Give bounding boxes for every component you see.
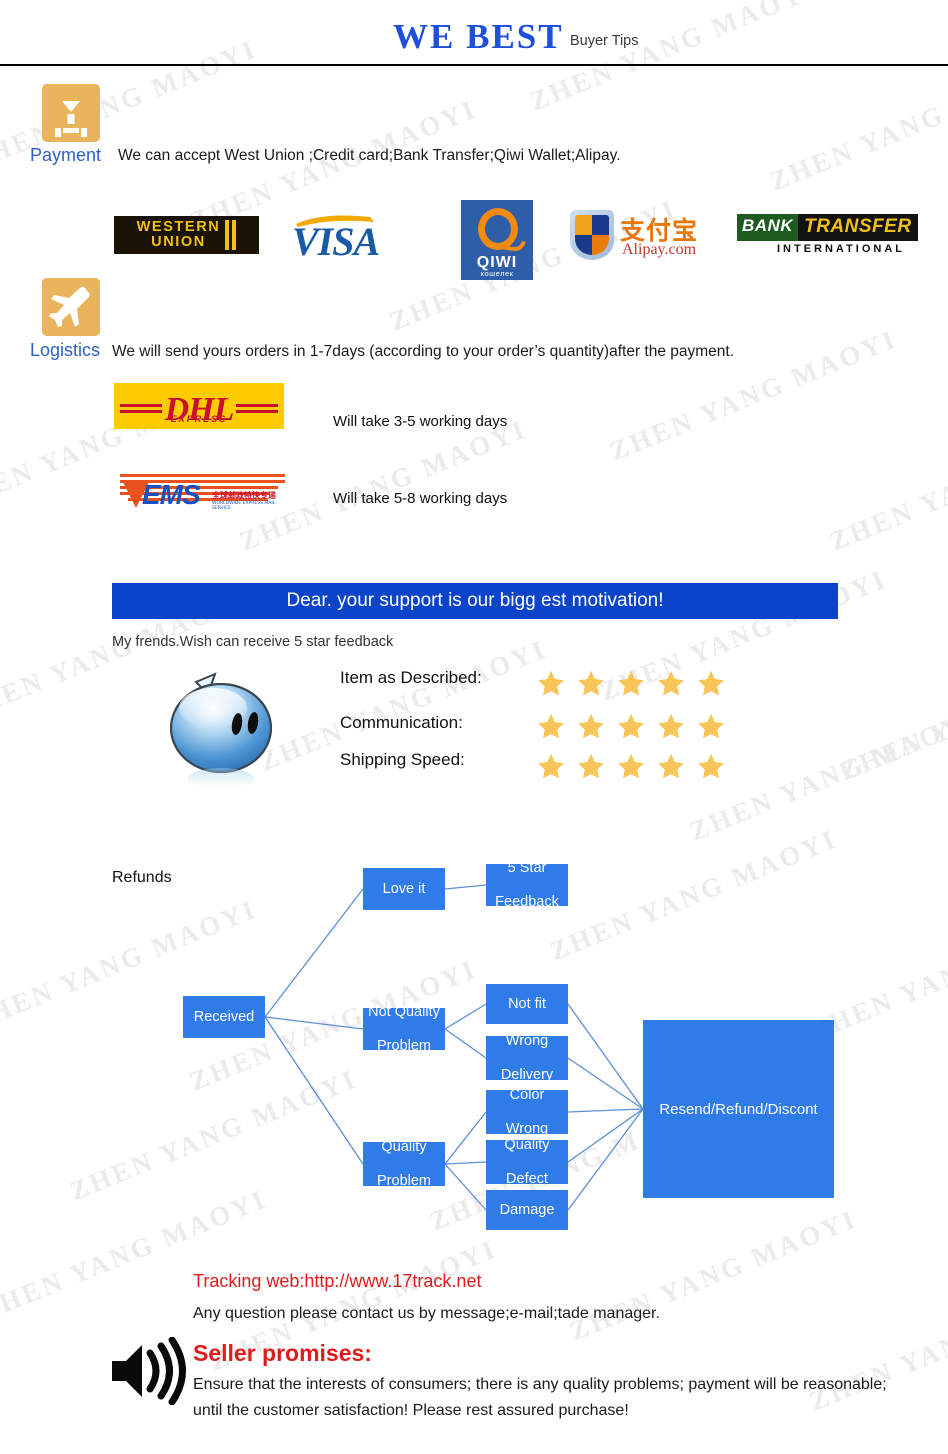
flow-node-notqual: Not Quality Problem bbox=[363, 1004, 445, 1054]
flow-connector bbox=[567, 1003, 644, 1110]
refunds-title: Refunds bbox=[112, 869, 172, 886]
flow-connector bbox=[264, 888, 364, 1018]
flow-node-label: Quality bbox=[504, 1136, 550, 1153]
flow-connector bbox=[444, 1111, 487, 1165]
flow-node-label: Problem bbox=[377, 1172, 431, 1189]
seller-promise-body: Ensure that the interests of consumers; … bbox=[193, 1376, 887, 1419]
flow-node-label: Defect bbox=[506, 1170, 548, 1187]
flow-node-wrongdel: Wrong Delivery bbox=[486, 1032, 568, 1083]
contact-note: Any question please contact us by messag… bbox=[193, 1305, 660, 1322]
flow-connector bbox=[567, 1108, 644, 1163]
flow-node-loveit: Love it bbox=[363, 868, 445, 910]
flow-connector bbox=[444, 1028, 487, 1059]
speaker-icon bbox=[108, 1336, 190, 1406]
flow-node-colorwr: Color Wrong bbox=[486, 1086, 568, 1137]
flow-node-label: 5 Star bbox=[507, 859, 547, 876]
flow-connector bbox=[567, 1057, 644, 1110]
flow-node-notfit: Not fit bbox=[486, 984, 568, 1024]
buyer-tips-page: ZHEN YANG MAOYI ZHEN YANG MAOYI ZHEN YANG … bbox=[0, 0, 948, 1454]
flow-node-label: Color bbox=[509, 1086, 545, 1103]
flowchart-connectors bbox=[264, 884, 644, 1211]
flow-node-label: Feedback bbox=[495, 893, 559, 910]
flow-node-resend: Resend/Refund/Discont bbox=[643, 1020, 834, 1198]
flow-node-label: Wrong bbox=[505, 1120, 549, 1137]
flow-node-label: Not Quality bbox=[368, 1003, 440, 1020]
flow-connector bbox=[444, 1161, 487, 1165]
flow-node-label: Delivery bbox=[500, 1066, 554, 1083]
flow-node-label: Love it bbox=[382, 880, 426, 897]
flow-node-damage: Damage bbox=[486, 1190, 568, 1230]
flow-connector bbox=[444, 1003, 487, 1030]
flow-node-label: Wrong bbox=[505, 1032, 549, 1049]
flow-connector bbox=[264, 1016, 364, 1030]
flow-node-label: Damage bbox=[499, 1201, 555, 1218]
flow-node-label: Resend/Refund/Discont bbox=[659, 1100, 818, 1118]
flow-node-fivestar: 5 Star Feedback bbox=[486, 860, 568, 910]
flow-node-quality: Quality Problem bbox=[363, 1138, 445, 1189]
flow-connector bbox=[567, 1108, 644, 1211]
flow-node-label: Problem bbox=[377, 1037, 431, 1054]
flow-node-qualdef: Quality Defect bbox=[486, 1136, 568, 1187]
tracking-link[interactable]: Tracking web:http://www.17track.net bbox=[193, 1271, 481, 1292]
flow-node-label: Quality bbox=[381, 1138, 427, 1155]
flow-node-label: Received bbox=[193, 1008, 255, 1025]
flow-node-label: Not fit bbox=[508, 995, 546, 1012]
flow-connector bbox=[444, 1163, 487, 1211]
flow-connector bbox=[567, 1108, 644, 1113]
flow-connector bbox=[444, 884, 487, 890]
flow-node-received: Received bbox=[183, 996, 265, 1038]
flow-connector bbox=[264, 1016, 364, 1165]
seller-promise-title: Seller promises: bbox=[193, 1340, 372, 1366]
